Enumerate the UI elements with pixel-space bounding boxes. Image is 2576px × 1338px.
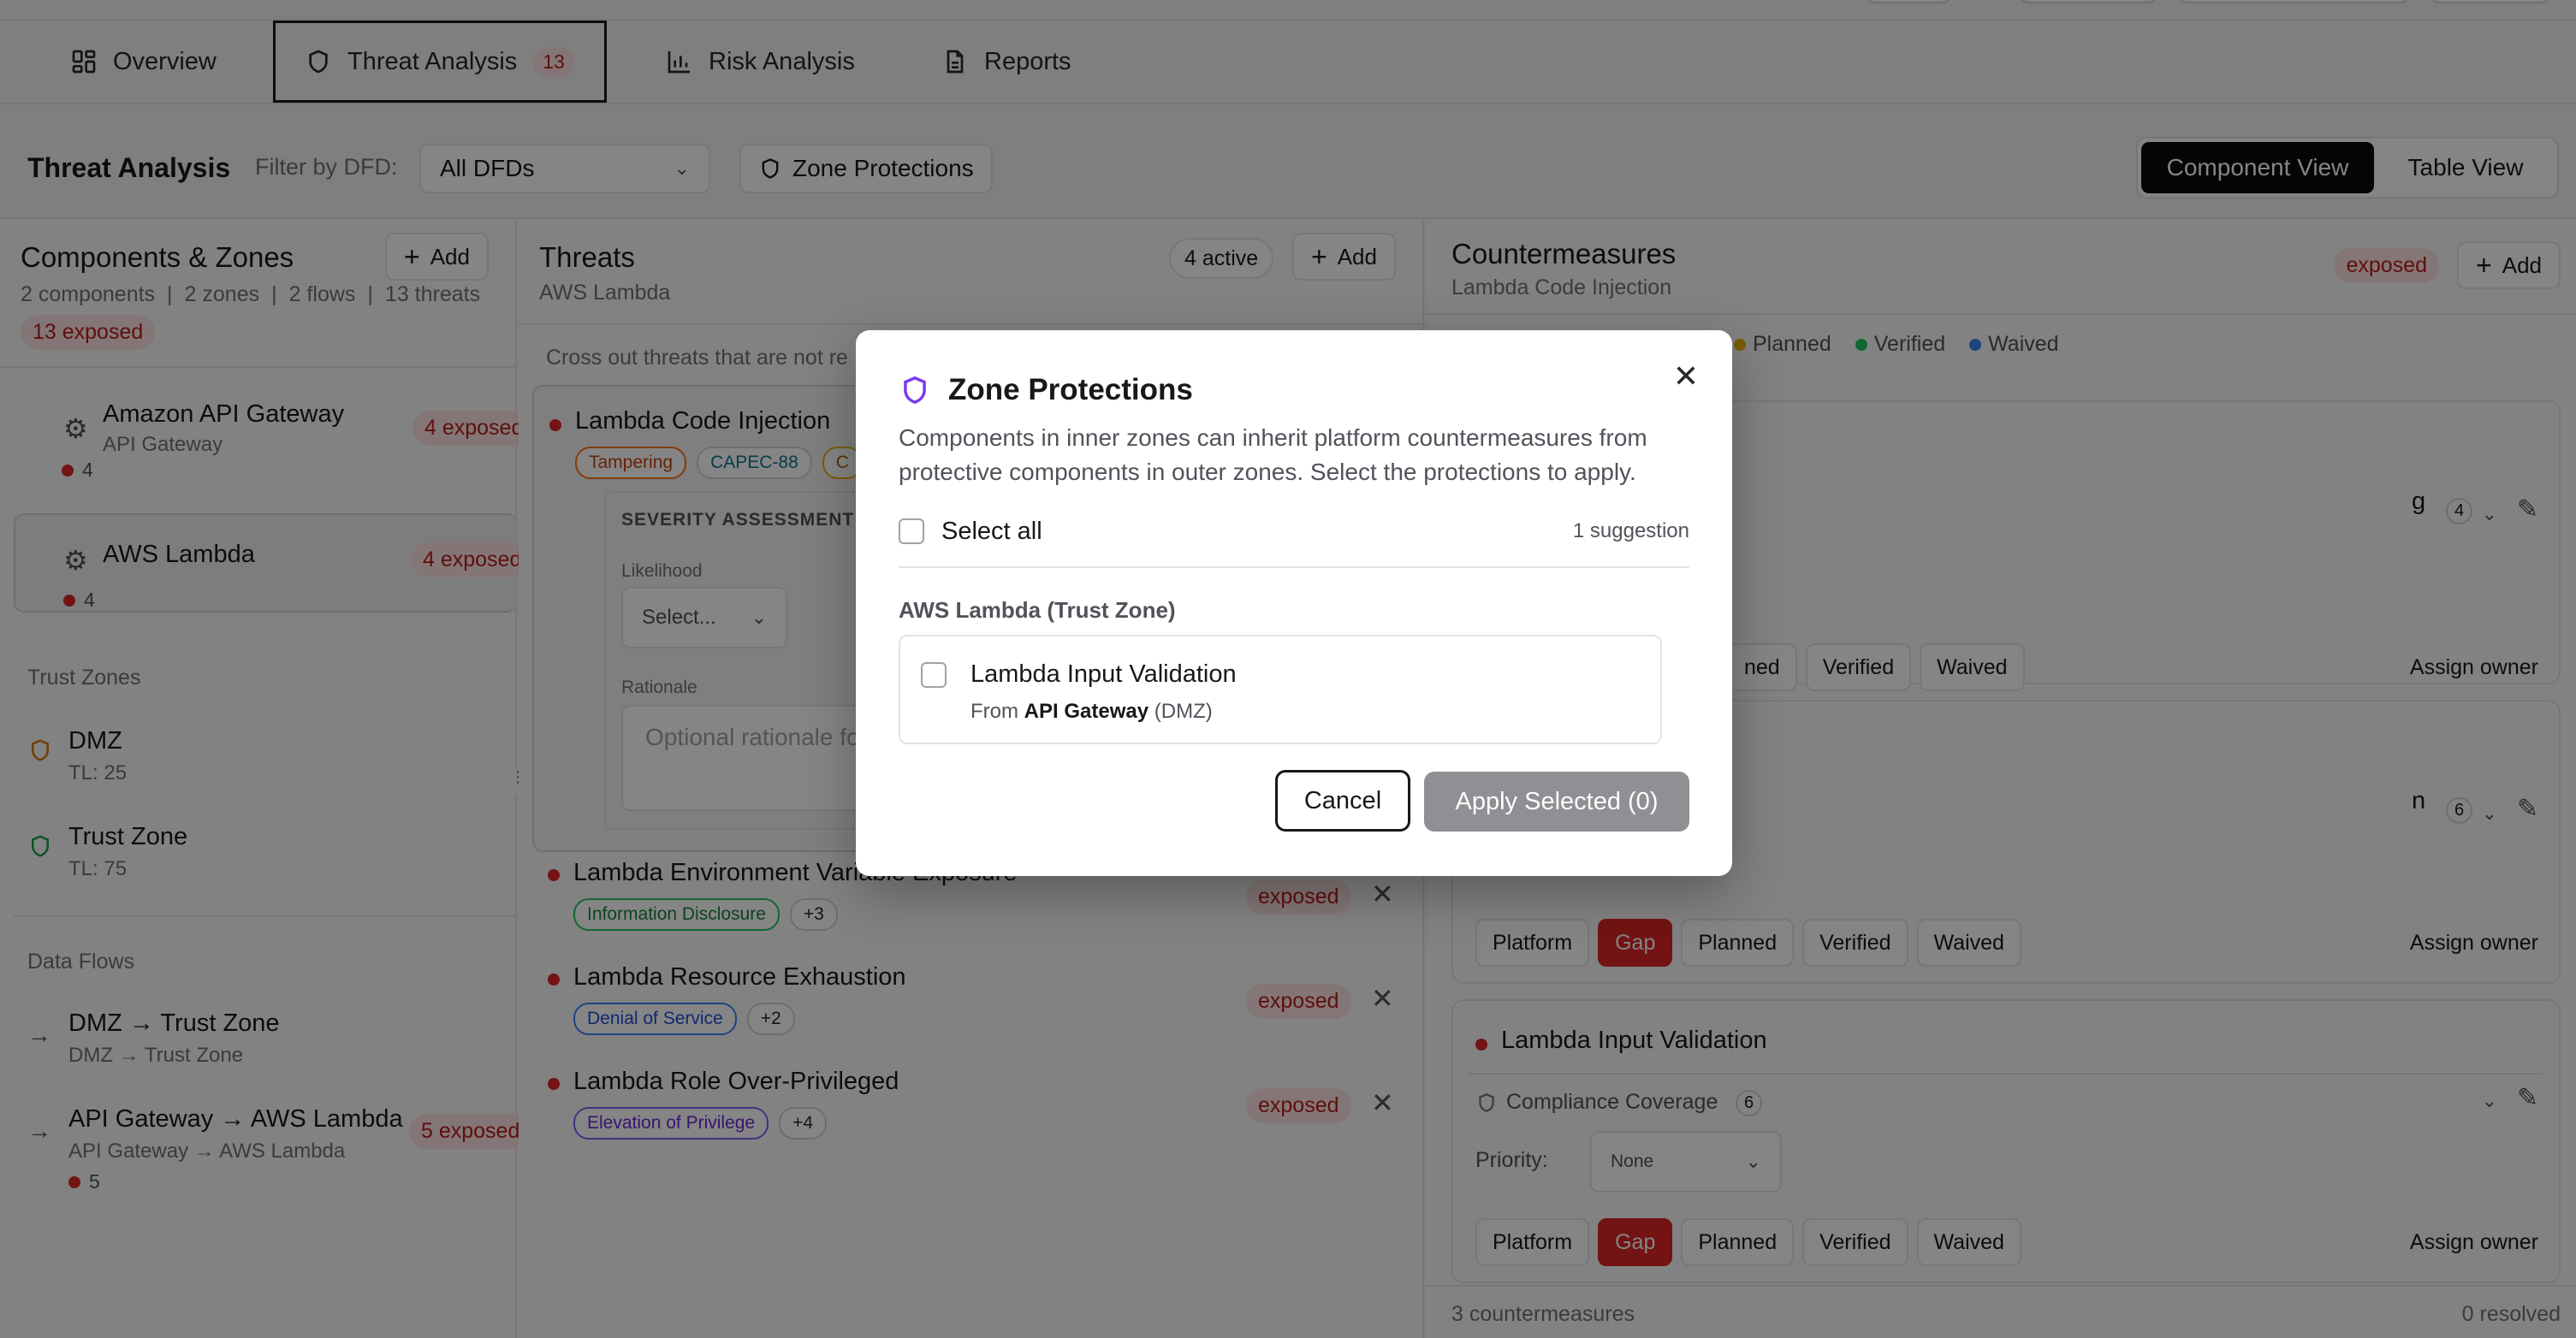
dialog-description: Components in inner zones can inherit pl…: [899, 424, 1647, 485]
protection-name: Lambda Input Validation: [970, 660, 1237, 688]
select-all-label[interactable]: Select all: [941, 518, 1042, 546]
select-all-checkbox[interactable]: [899, 518, 924, 544]
suggestion-count: 1 suggestion: [1572, 519, 1689, 542]
zone-group-label: AWS Lambda (Trust Zone): [899, 597, 1176, 623]
dialog-title: Zone Protections: [899, 373, 1193, 407]
shield-icon: [904, 376, 926, 405]
protection-source-prefix: From: [970, 700, 1018, 723]
cancel-button[interactable]: Cancel: [1275, 770, 1410, 832]
protection-checkbox[interactable]: [921, 662, 947, 688]
dialog-title-text: Zone Protections: [948, 373, 1193, 406]
protection-source-component: API Gateway: [1024, 700, 1149, 723]
protection-source-zone: (DMZ): [1154, 700, 1213, 723]
close-icon[interactable]: ✕: [1669, 358, 1703, 394]
apply-selected-button[interactable]: Apply Selected (0): [1424, 772, 1689, 832]
protection-source: From API Gateway (DMZ): [970, 700, 1213, 724]
protection-item[interactable]: Lambda Input Validation From API Gateway…: [899, 635, 1662, 744]
zone-protections-dialog: Zone Protections ✕ Components in inner z…: [856, 330, 1732, 876]
select-all-row: Select all 1 suggestion: [899, 508, 1689, 568]
app: Overview Threat Analysis 13 Risk Analysi…: [0, 0, 2576, 1338]
